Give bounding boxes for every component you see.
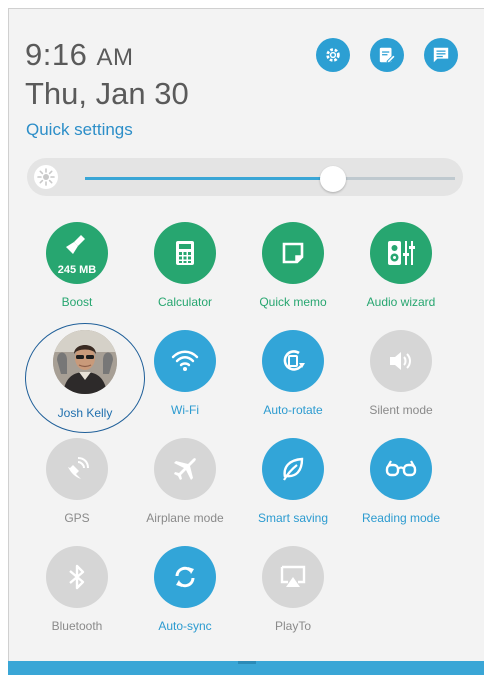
tile-label: PlayTo [274, 619, 312, 633]
tile-airplane-mode[interactable]: Airplane mode [131, 438, 239, 525]
tile-gps[interactable]: GPS [23, 438, 131, 525]
tile-bluetooth[interactable]: Bluetooth [23, 546, 131, 633]
boost-memory: 245 MB [57, 264, 97, 276]
speaker-icon [390, 352, 411, 370]
quick-settings-label: Quick settings [26, 120, 133, 139]
tile-quick-memo[interactable]: Quick memo [239, 222, 347, 309]
glasses-icon [385, 460, 417, 477]
tile-label: GPS [64, 511, 90, 525]
tile-label: Josh Kelly [57, 406, 113, 420]
tile-label: Smart saving [257, 511, 329, 525]
memo-icon [282, 242, 304, 264]
tile-user[interactable]: Josh Kelly [31, 330, 139, 420]
tile-label: Airplane mode [146, 511, 224, 525]
tile-label: Reading mode [361, 511, 441, 525]
message-icon [433, 47, 449, 63]
brightness-fill [85, 177, 333, 180]
clock-date: Thu, Jan 30 [25, 76, 189, 111]
tile-wifi[interactable]: Wi-Fi [131, 330, 239, 417]
settings-button[interactable] [316, 38, 350, 72]
tile-smart-saving[interactable]: Smart saving [239, 438, 347, 525]
airplane-icon [174, 458, 196, 480]
gps-icon [68, 457, 89, 479]
tile-label: Boost [61, 295, 93, 309]
drag-handle[interactable] [238, 661, 256, 664]
gear-icon [326, 48, 340, 62]
audio-wizard-icon [388, 241, 415, 265]
bluetooth-icon [69, 564, 85, 590]
auto-rotate-icon [283, 350, 305, 371]
sync-icon [175, 566, 195, 588]
broom-icon [66, 235, 85, 254]
tile-label: Silent mode [369, 403, 433, 417]
tile-silent-mode[interactable]: Silent mode [347, 330, 455, 417]
tile-boost[interactable]: 245 MB Boost [23, 222, 131, 309]
edit-button[interactable] [370, 38, 404, 72]
leaf-icon [283, 457, 304, 481]
brightness-slider-thumb[interactable] [320, 166, 346, 192]
tile-label: Auto-sync [158, 619, 212, 633]
wifi-icon [171, 350, 199, 371]
tile-label: Bluetooth [51, 619, 103, 633]
tile-audio-wizard[interactable]: Audio wizard [347, 222, 455, 309]
tile-calculator[interactable]: Calculator [131, 222, 239, 309]
brightness-icon [34, 165, 58, 189]
message-button[interactable] [424, 38, 458, 72]
tile-auto-rotate[interactable]: Auto-rotate [239, 330, 347, 417]
tile-playto[interactable]: PlayTo [239, 546, 347, 633]
tile-label: Calculator [157, 295, 213, 309]
tile-label: Auto-rotate [263, 403, 323, 417]
tile-auto-sync[interactable]: Auto-sync [131, 546, 239, 633]
edit-icon [379, 47, 396, 64]
clock-time: 9:16 AM [25, 37, 134, 72]
tile-label: Wi-Fi [171, 403, 199, 417]
avatar [53, 330, 117, 394]
tile-reading-mode[interactable]: Reading mode [347, 438, 455, 525]
tile-label: Quick memo [259, 295, 327, 309]
calculator-icon [176, 241, 194, 265]
playto-icon [280, 565, 306, 587]
tile-label: Audio wizard [366, 295, 436, 309]
